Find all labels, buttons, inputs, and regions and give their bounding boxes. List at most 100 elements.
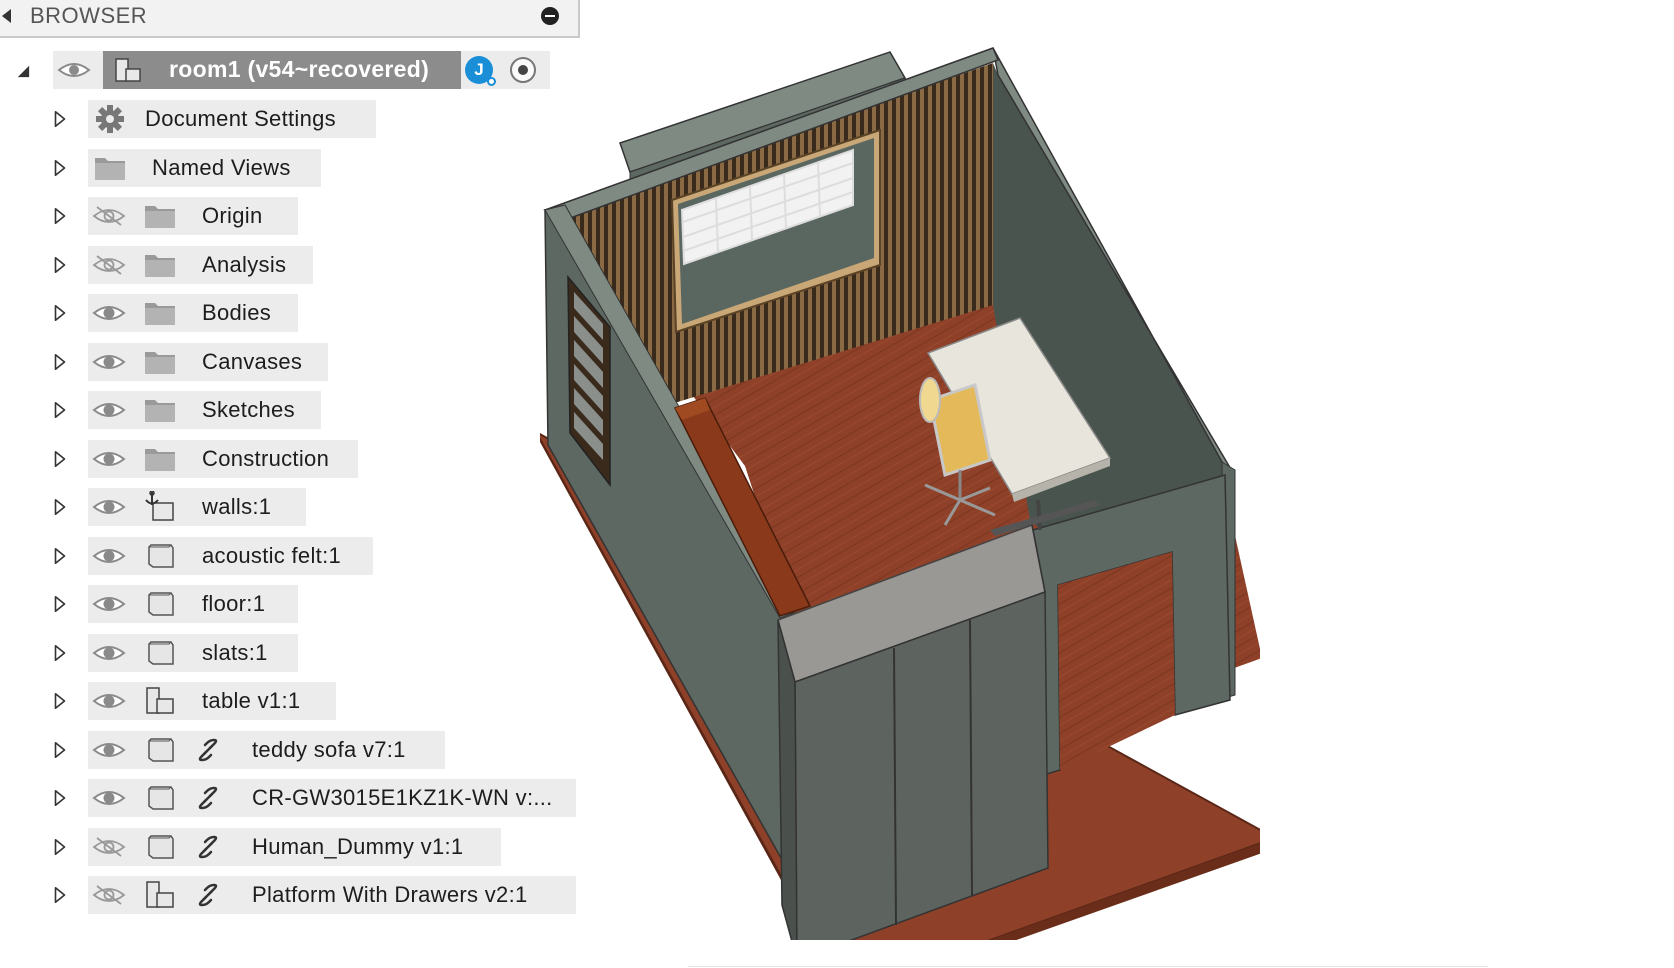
- tree-item-row[interactable]: table v1:1: [0, 682, 580, 720]
- expand-triangle-icon[interactable]: [53, 450, 67, 468]
- tree-item-row[interactable]: Construction: [0, 440, 580, 478]
- viewport-bottom-divider: [688, 966, 1488, 967]
- link-icon: [198, 883, 218, 907]
- panel-minimize-icon[interactable]: [541, 7, 559, 25]
- tree-item-label: Origin: [202, 203, 263, 228]
- tree-item-label: Platform With Drawers v2:1: [252, 882, 528, 907]
- expand-triangle-icon[interactable]: [53, 207, 67, 225]
- expand-triangle-icon[interactable]: [53, 256, 67, 274]
- tree-item-row[interactable]: acoustic felt:1: [0, 537, 580, 575]
- tree-item-label: floor:1: [202, 591, 266, 616]
- eye-visible-icon[interactable]: [92, 690, 126, 712]
- link-icon: [198, 738, 218, 762]
- component-icon: [115, 58, 141, 82]
- tree-item-label: Document Settings: [145, 106, 336, 131]
- tree-item-label: slats:1: [202, 640, 268, 665]
- tree-item-label: table v1:1: [202, 688, 301, 713]
- folder-icon: [145, 352, 175, 374]
- component-icon: [146, 881, 174, 908]
- user-avatar[interactable]: J: [465, 56, 496, 86]
- expand-triangle-icon[interactable]: [53, 159, 67, 177]
- browser-panel-title: BROWSER: [30, 3, 148, 28]
- tree-item-row[interactable]: Sketches: [0, 391, 580, 429]
- tree-item-label: Analysis: [202, 252, 287, 277]
- expand-triangle-icon[interactable]: [53, 353, 67, 371]
- tree-item-row[interactable]: walls:1: [0, 488, 580, 526]
- body-icon: [148, 786, 174, 810]
- expand-triangle-icon[interactable]: [53, 595, 67, 613]
- body-icon: [148, 641, 174, 665]
- eye-visible-icon[interactable]: [92, 642, 126, 664]
- activate-component-radio[interactable]: [510, 57, 536, 83]
- eye-visible-icon[interactable]: [92, 739, 126, 761]
- expand-triangle-icon[interactable]: [53, 886, 67, 904]
- eye-visible-icon[interactable]: [92, 351, 126, 373]
- eye-visible-icon[interactable]: [92, 496, 126, 518]
- eye-hidden-icon[interactable]: [92, 836, 126, 858]
- tree-item-row[interactable]: Canvases: [0, 343, 580, 381]
- folder-icon: [145, 303, 175, 325]
- eye-visible-icon[interactable]: [92, 302, 126, 324]
- tree-item-row[interactable]: Bodies: [0, 294, 580, 332]
- tree-item-row[interactable]: Human_Dummy v1:1: [0, 828, 580, 866]
- eye-visible-icon[interactable]: [92, 545, 126, 567]
- tree-item-row[interactable]: CR-GW3015E1KZ1K-WN v:...: [0, 779, 580, 817]
- anchored-component-icon: [145, 491, 174, 521]
- body-icon: [148, 592, 174, 616]
- body-icon: [148, 738, 174, 762]
- tree-item-label: Canvases: [202, 349, 303, 374]
- tree-item-label: CR-GW3015E1KZ1K-WN v:...: [252, 785, 553, 810]
- tree-item-row[interactable]: floor:1: [0, 585, 580, 623]
- browser-panel-header: BROWSER: [0, 0, 580, 38]
- folder-icon: [145, 449, 175, 471]
- tree-item-row[interactable]: Platform With Drawers v2:1: [0, 876, 580, 914]
- eye-hidden-icon[interactable]: [92, 205, 126, 227]
- room-model[interactable]: [540, 47, 1260, 940]
- expand-triangle-icon[interactable]: [53, 789, 67, 807]
- eye-visible-icon[interactable]: [92, 787, 126, 809]
- tree-item-label: walls:1: [202, 494, 272, 519]
- eye-hidden-icon[interactable]: [92, 254, 126, 276]
- expand-triangle-icon[interactable]: [53, 741, 67, 759]
- body-icon: [148, 835, 174, 859]
- tree-item-row[interactable]: Document Settings: [0, 100, 580, 138]
- gear-icon: [96, 105, 124, 133]
- component-icon: [146, 687, 174, 714]
- tree-item-label: Sketches: [202, 397, 295, 422]
- tree-item-row[interactable]: Analysis: [0, 246, 580, 284]
- tree-root-row[interactable]: room1 (v54~recovered) J: [0, 51, 560, 89]
- expand-triangle-icon[interactable]: [53, 110, 67, 128]
- eye-visible-icon[interactable]: [92, 593, 126, 615]
- expand-triangle-icon[interactable]: [53, 644, 67, 662]
- tree-item-label: Named Views: [152, 155, 291, 180]
- folder-icon: [145, 255, 175, 277]
- 3d-viewport[interactable]: [540, 40, 1260, 940]
- tree-item-label: teddy sofa v7:1: [252, 737, 406, 762]
- tree-item-row[interactable]: teddy sofa v7:1: [0, 731, 580, 769]
- root-label-highlight[interactable]: room1 (v54~recovered): [103, 51, 461, 89]
- tree-item-row[interactable]: Named Views: [0, 149, 580, 187]
- expand-triangle-icon[interactable]: [53, 547, 67, 565]
- root-document-name: room1 (v54~recovered): [169, 56, 430, 82]
- tree-item-label: Construction: [202, 446, 330, 471]
- tree-item-row[interactable]: slats:1: [0, 634, 580, 672]
- expand-triangle-icon[interactable]: [53, 692, 67, 710]
- expand-triangle-icon[interactable]: [53, 838, 67, 856]
- expand-triangle-icon[interactable]: [53, 498, 67, 516]
- expand-triangle-icon[interactable]: [53, 401, 67, 419]
- eye-visible-icon[interactable]: [92, 448, 126, 470]
- link-icon: [198, 835, 218, 859]
- eye-hidden-icon[interactable]: [92, 884, 126, 906]
- tree-item-label: acoustic felt:1: [202, 543, 342, 568]
- folder-icon: [145, 400, 175, 422]
- link-icon: [198, 786, 218, 810]
- root-collapse-triangle-icon[interactable]: [16, 62, 30, 80]
- tree-item-row[interactable]: Origin: [0, 197, 580, 235]
- eye-visible-icon[interactable]: [92, 399, 126, 421]
- tree-item-label: Bodies: [202, 300, 272, 325]
- collapse-panel-arrow-icon[interactable]: [2, 9, 11, 23]
- tree-item-label: Human_Dummy v1:1: [252, 834, 464, 859]
- eye-visible-icon[interactable]: [57, 60, 91, 80]
- expand-triangle-icon[interactable]: [53, 304, 67, 322]
- body-icon: [148, 544, 174, 568]
